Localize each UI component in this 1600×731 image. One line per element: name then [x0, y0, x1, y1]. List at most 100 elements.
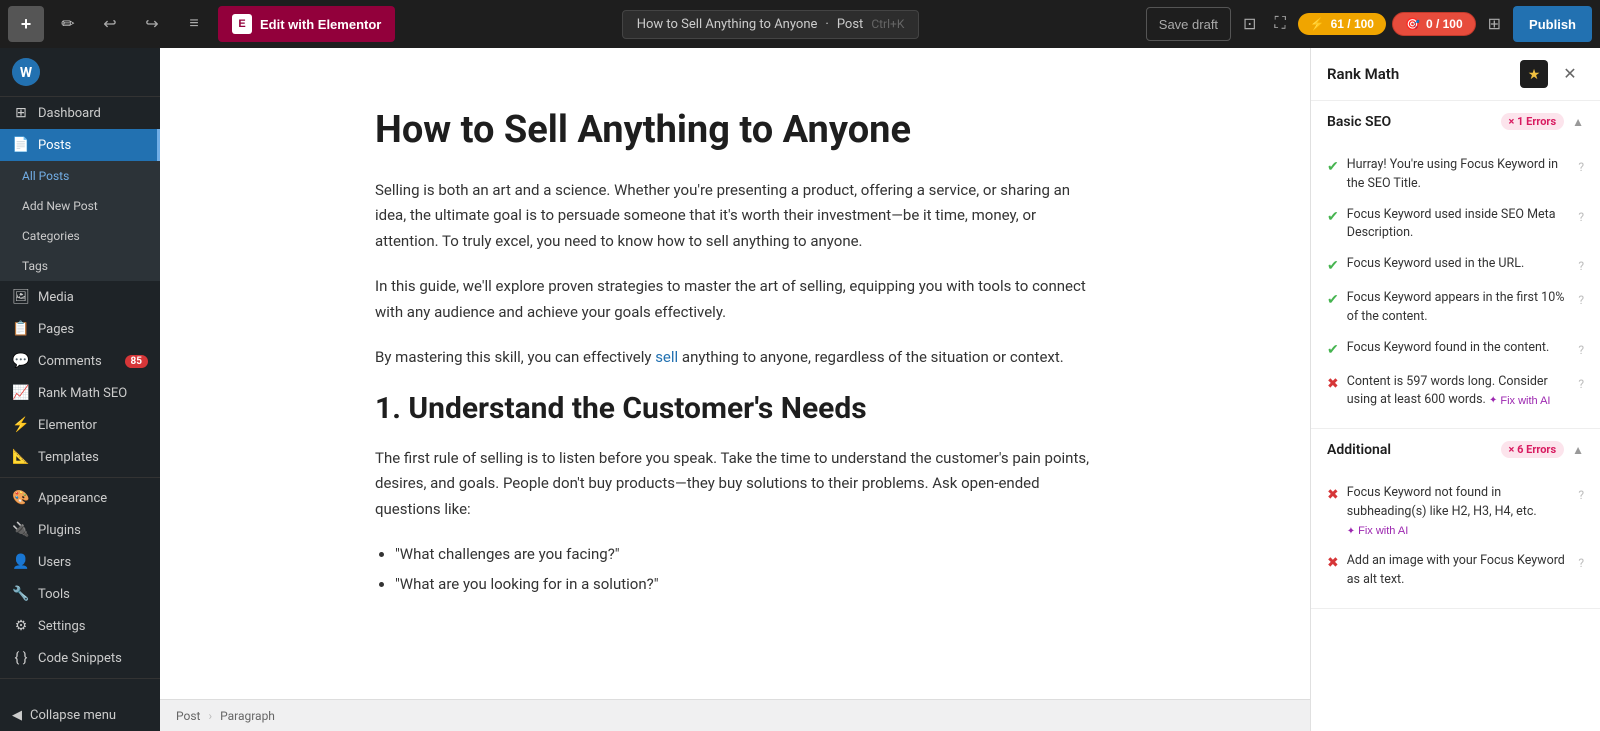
- add-block-button[interactable]: +: [8, 6, 44, 42]
- fullscreen-icon-button[interactable]: ⛶: [1268, 11, 1291, 37]
- publish-button[interactable]: Publish: [1513, 6, 1592, 42]
- undo-button[interactable]: ↩: [92, 6, 128, 42]
- check-circle-icon: ✔: [1327, 207, 1339, 228]
- post-title-text: How to Sell Anything to Anyone: [637, 17, 818, 32]
- post-paragraph-2[interactable]: In this guide, we'll explore proven stra…: [375, 274, 1095, 325]
- rankmath-additional-header[interactable]: Additional × 6 Errors ▲: [1311, 429, 1600, 470]
- additional-items: ✖ Focus Keyword not found in subheading(…: [1311, 470, 1600, 608]
- sidebar-item-label: Tools: [38, 587, 70, 602]
- sidebar-item-label: Users: [38, 555, 71, 570]
- elementor-sidebar-icon: ⚡: [12, 417, 30, 433]
- sidebar-item-settings[interactable]: ⚙ Settings: [0, 610, 160, 642]
- fix-with-ai-button[interactable]: ✦ Fix with AI: [1489, 395, 1551, 407]
- check-circle-icon: ✔: [1327, 340, 1339, 361]
- rankmath-icon: 📈: [12, 385, 30, 401]
- keyboard-shortcut: Ctrl+K: [871, 17, 904, 31]
- help-icon[interactable]: ?: [1578, 375, 1584, 393]
- basic-seo-error-badge: × 1 Errors: [1501, 113, 1565, 130]
- edit-mode-button[interactable]: ✏: [50, 6, 86, 42]
- cross-circle-icon: ✖: [1327, 553, 1339, 574]
- sidebar-item-label: Plugins: [38, 523, 81, 538]
- rankmath-close-button[interactable]: ✕: [1556, 60, 1584, 88]
- rm-item-focus-subheading: ✖ Focus Keyword not found in subheading(…: [1327, 478, 1584, 546]
- sidebar-item-plugins[interactable]: 🔌 Plugins: [0, 514, 160, 546]
- rankmath-basic-seo-header[interactable]: Basic SEO × 1 Errors ▲: [1311, 101, 1600, 142]
- help-icon[interactable]: ?: [1578, 341, 1584, 359]
- sidebar-item-dashboard[interactable]: ⊞ Dashboard: [0, 97, 160, 129]
- save-draft-button[interactable]: Save draft: [1146, 7, 1231, 41]
- list-item[interactable]: "What are you looking for in a solution?…: [395, 572, 1095, 598]
- sidebar-item-templates[interactable]: 📐 Templates: [0, 441, 160, 473]
- statusbar-post-label[interactable]: Post: [176, 709, 200, 723]
- post-main-heading[interactable]: How to Sell Anything to Anyone: [375, 108, 1095, 154]
- list-item[interactable]: "What challenges are you facing?": [395, 542, 1095, 568]
- editor-statusbar: Post › Paragraph: [160, 699, 1310, 731]
- appearance-icon: 🎨: [12, 490, 30, 506]
- rankmath-star-button[interactable]: ★: [1520, 60, 1548, 88]
- post-type-label: Post: [837, 17, 864, 32]
- sidebar: W ⊞ Dashboard 📄 Posts All Posts Add New …: [0, 48, 160, 731]
- sidebar-item-codesnippets[interactable]: { } Code Snippets: [0, 642, 160, 674]
- editor-canvas[interactable]: How to Sell Anything to Anyone Selling i…: [160, 48, 1310, 699]
- help-icon[interactable]: ?: [1578, 208, 1584, 226]
- help-icon[interactable]: ?: [1578, 486, 1584, 504]
- rm-item-focus-keyword-meta: ✔ Focus Keyword used inside SEO Meta Des…: [1327, 200, 1584, 250]
- sidebar-item-all-posts[interactable]: All Posts: [0, 161, 160, 191]
- statusbar-block-label[interactable]: Paragraph: [220, 709, 275, 723]
- help-icon[interactable]: ?: [1578, 291, 1584, 309]
- view-icon-button[interactable]: ⊡: [1237, 10, 1262, 38]
- seo-score-red-badge[interactable]: 🎯 0 / 100: [1392, 12, 1476, 36]
- redo-button[interactable]: ↪: [134, 6, 170, 42]
- rankmath-title: Rank Math: [1327, 65, 1512, 83]
- rm-item-text: Add an image with your Focus Keyword as …: [1347, 552, 1571, 590]
- additional-error-badge: × 6 Errors: [1501, 441, 1565, 458]
- post-paragraph-4[interactable]: The first rule of selling is to listen b…: [375, 446, 1095, 523]
- cross-circle-icon: ✖: [1327, 374, 1339, 395]
- media-icon: 🖼: [12, 289, 30, 305]
- templates-icon: 📐: [12, 449, 30, 465]
- rankmath-basic-seo-section: Basic SEO × 1 Errors ▲ ✔ Hurray! You're …: [1311, 101, 1600, 429]
- users-icon: 👤: [12, 554, 30, 570]
- help-icon[interactable]: ?: [1578, 158, 1584, 176]
- sidebar-item-label: Appearance: [38, 491, 107, 506]
- post-list: "What challenges are you facing?" "What …: [395, 542, 1095, 597]
- help-icon[interactable]: ?: [1578, 257, 1584, 275]
- sidebar-item-media[interactable]: 🖼 Media: [0, 281, 160, 313]
- sidebar-item-comments[interactable]: 💬 Comments 85: [0, 345, 160, 377]
- sidebar-submenu-posts: All Posts Add New Post Categories Tags: [0, 161, 160, 281]
- posts-icon: 📄: [12, 137, 30, 153]
- sidebar-item-label: Dashboard: [38, 106, 101, 121]
- post-paragraph-3[interactable]: By mastering this skill, you can effecti…: [375, 345, 1095, 371]
- post-paragraph-1[interactable]: Selling is both an art and a science. Wh…: [375, 178, 1095, 255]
- sidebar-item-label: Templates: [38, 450, 99, 465]
- post-title-bar[interactable]: How to Sell Anything to Anyone · Post Ct…: [622, 10, 920, 39]
- sidebar-item-label: Media: [38, 290, 74, 305]
- edit-with-elementor-button[interactable]: E Edit with Elementor: [218, 6, 395, 42]
- sidebar-item-posts[interactable]: 📄 Posts: [0, 129, 160, 161]
- comments-badge: 85: [125, 355, 148, 368]
- sidebar-item-label: Tags: [22, 259, 48, 273]
- fix-with-ai-button-2[interactable]: ✦ Fix with AI: [1347, 525, 1409, 537]
- sidebar-item-users[interactable]: 👤 Users: [0, 546, 160, 578]
- sidebar-item-label: Settings: [38, 619, 85, 634]
- help-icon[interactable]: ?: [1578, 554, 1584, 572]
- rankmath-header: Rank Math ★ ✕: [1311, 48, 1600, 101]
- post-subheading-1[interactable]: 1. Understand the Customer's Needs: [375, 391, 1095, 426]
- sidebar-item-add-new-post[interactable]: Add New Post: [0, 191, 160, 221]
- plugins-icon: 🔌: [12, 522, 30, 538]
- sidebar-item-label: Posts: [38, 138, 71, 153]
- sidebar-item-tags[interactable]: Tags: [0, 251, 160, 281]
- sidebar-item-elementor[interactable]: ⚡ Elementor: [0, 409, 160, 441]
- basic-seo-chevron-icon: ▲: [1572, 115, 1584, 129]
- settings-panel-toggle[interactable]: ⊞: [1482, 10, 1507, 38]
- sidebar-item-appearance[interactable]: 🎨 Appearance: [0, 482, 160, 514]
- list-view-button[interactable]: ≡: [176, 6, 212, 42]
- sidebar-item-pages[interactable]: 📋 Pages: [0, 313, 160, 345]
- sidebar-item-rankmath[interactable]: 📈 Rank Math SEO: [0, 377, 160, 409]
- seo-score-green-badge[interactable]: ⚡ 61 / 100: [1298, 13, 1386, 35]
- sidebar-collapse-button[interactable]: ◀ Collapse menu: [0, 700, 160, 731]
- sidebar-item-categories[interactable]: Categories: [0, 221, 160, 251]
- sidebar-item-tools[interactable]: 🔧 Tools: [0, 578, 160, 610]
- top-toolbar: + ✏ ↩ ↪ ≡ E Edit with Elementor How to S…: [0, 0, 1600, 48]
- sidebar-item-label: Rank Math SEO: [38, 386, 127, 401]
